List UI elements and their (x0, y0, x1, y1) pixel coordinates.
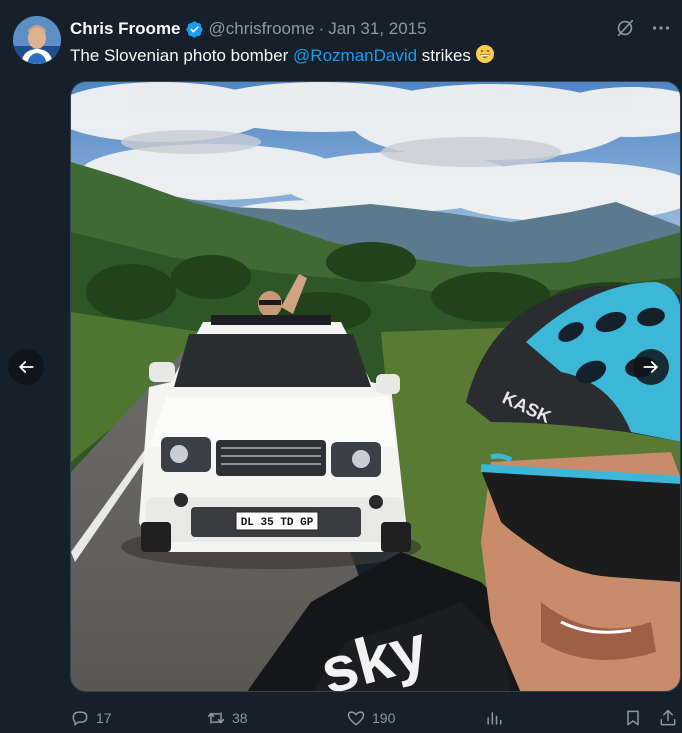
arrow-right-icon (643, 361, 658, 373)
bookmark-icon (627, 710, 639, 726)
tweet-actions: 17 38 190 (70, 706, 682, 730)
tweet-header: Chris Froome @chrisfroome · Jan 31, 2015 (70, 18, 672, 40)
tweet: Chris Froome @chrisfroome · Jan 31, 2015 (0, 0, 682, 733)
grinning-face-emoji-icon (475, 44, 495, 64)
arrow-left-icon (19, 361, 34, 373)
retweet-count: 38 (232, 710, 248, 726)
like-button[interactable]: 190 (346, 706, 395, 730)
grok-icon[interactable] (614, 17, 636, 39)
avatar-image (13, 16, 61, 64)
share-button[interactable] (658, 706, 678, 730)
photo-scene: DL 35 TD GP KASK sky (71, 82, 680, 691)
previous-photo-button[interactable] (8, 349, 44, 385)
author-name[interactable]: Chris Froome (70, 19, 181, 39)
verified-badge-icon (185, 20, 204, 39)
analytics-icon (487, 712, 502, 725)
next-photo-button[interactable] (633, 349, 669, 385)
reply-button[interactable]: 17 (70, 706, 112, 730)
retweet-icon (207, 712, 225, 724)
like-count: 190 (372, 710, 396, 726)
separator-dot: · (318, 19, 325, 38)
tweet-text-end: strikes (417, 46, 471, 65)
avatar[interactable] (13, 16, 61, 64)
author-handle[interactable]: @chrisfroome (209, 19, 315, 39)
tweet-photo[interactable]: DL 35 TD GP KASK sky (70, 81, 681, 692)
retweet-button[interactable]: 38 (206, 706, 248, 730)
tweet-text: The Slovenian photo bomber @RozmanDavid … (70, 44, 495, 66)
license-plate-text: DL 35 TD GP (241, 517, 314, 529)
tweet-date[interactable]: Jan 31, 2015 (328, 19, 426, 39)
views-button[interactable] (484, 706, 504, 730)
tweet-text-start: The Slovenian photo bomber (70, 46, 294, 65)
reply-icon (72, 711, 88, 726)
heart-icon (347, 711, 365, 726)
share-icon (660, 709, 676, 726)
more-options-icon[interactable] (650, 17, 672, 39)
bookmark-button[interactable] (623, 706, 643, 730)
reply-count: 17 (96, 710, 112, 726)
mention-link[interactable]: @RozmanDavid (293, 46, 417, 65)
